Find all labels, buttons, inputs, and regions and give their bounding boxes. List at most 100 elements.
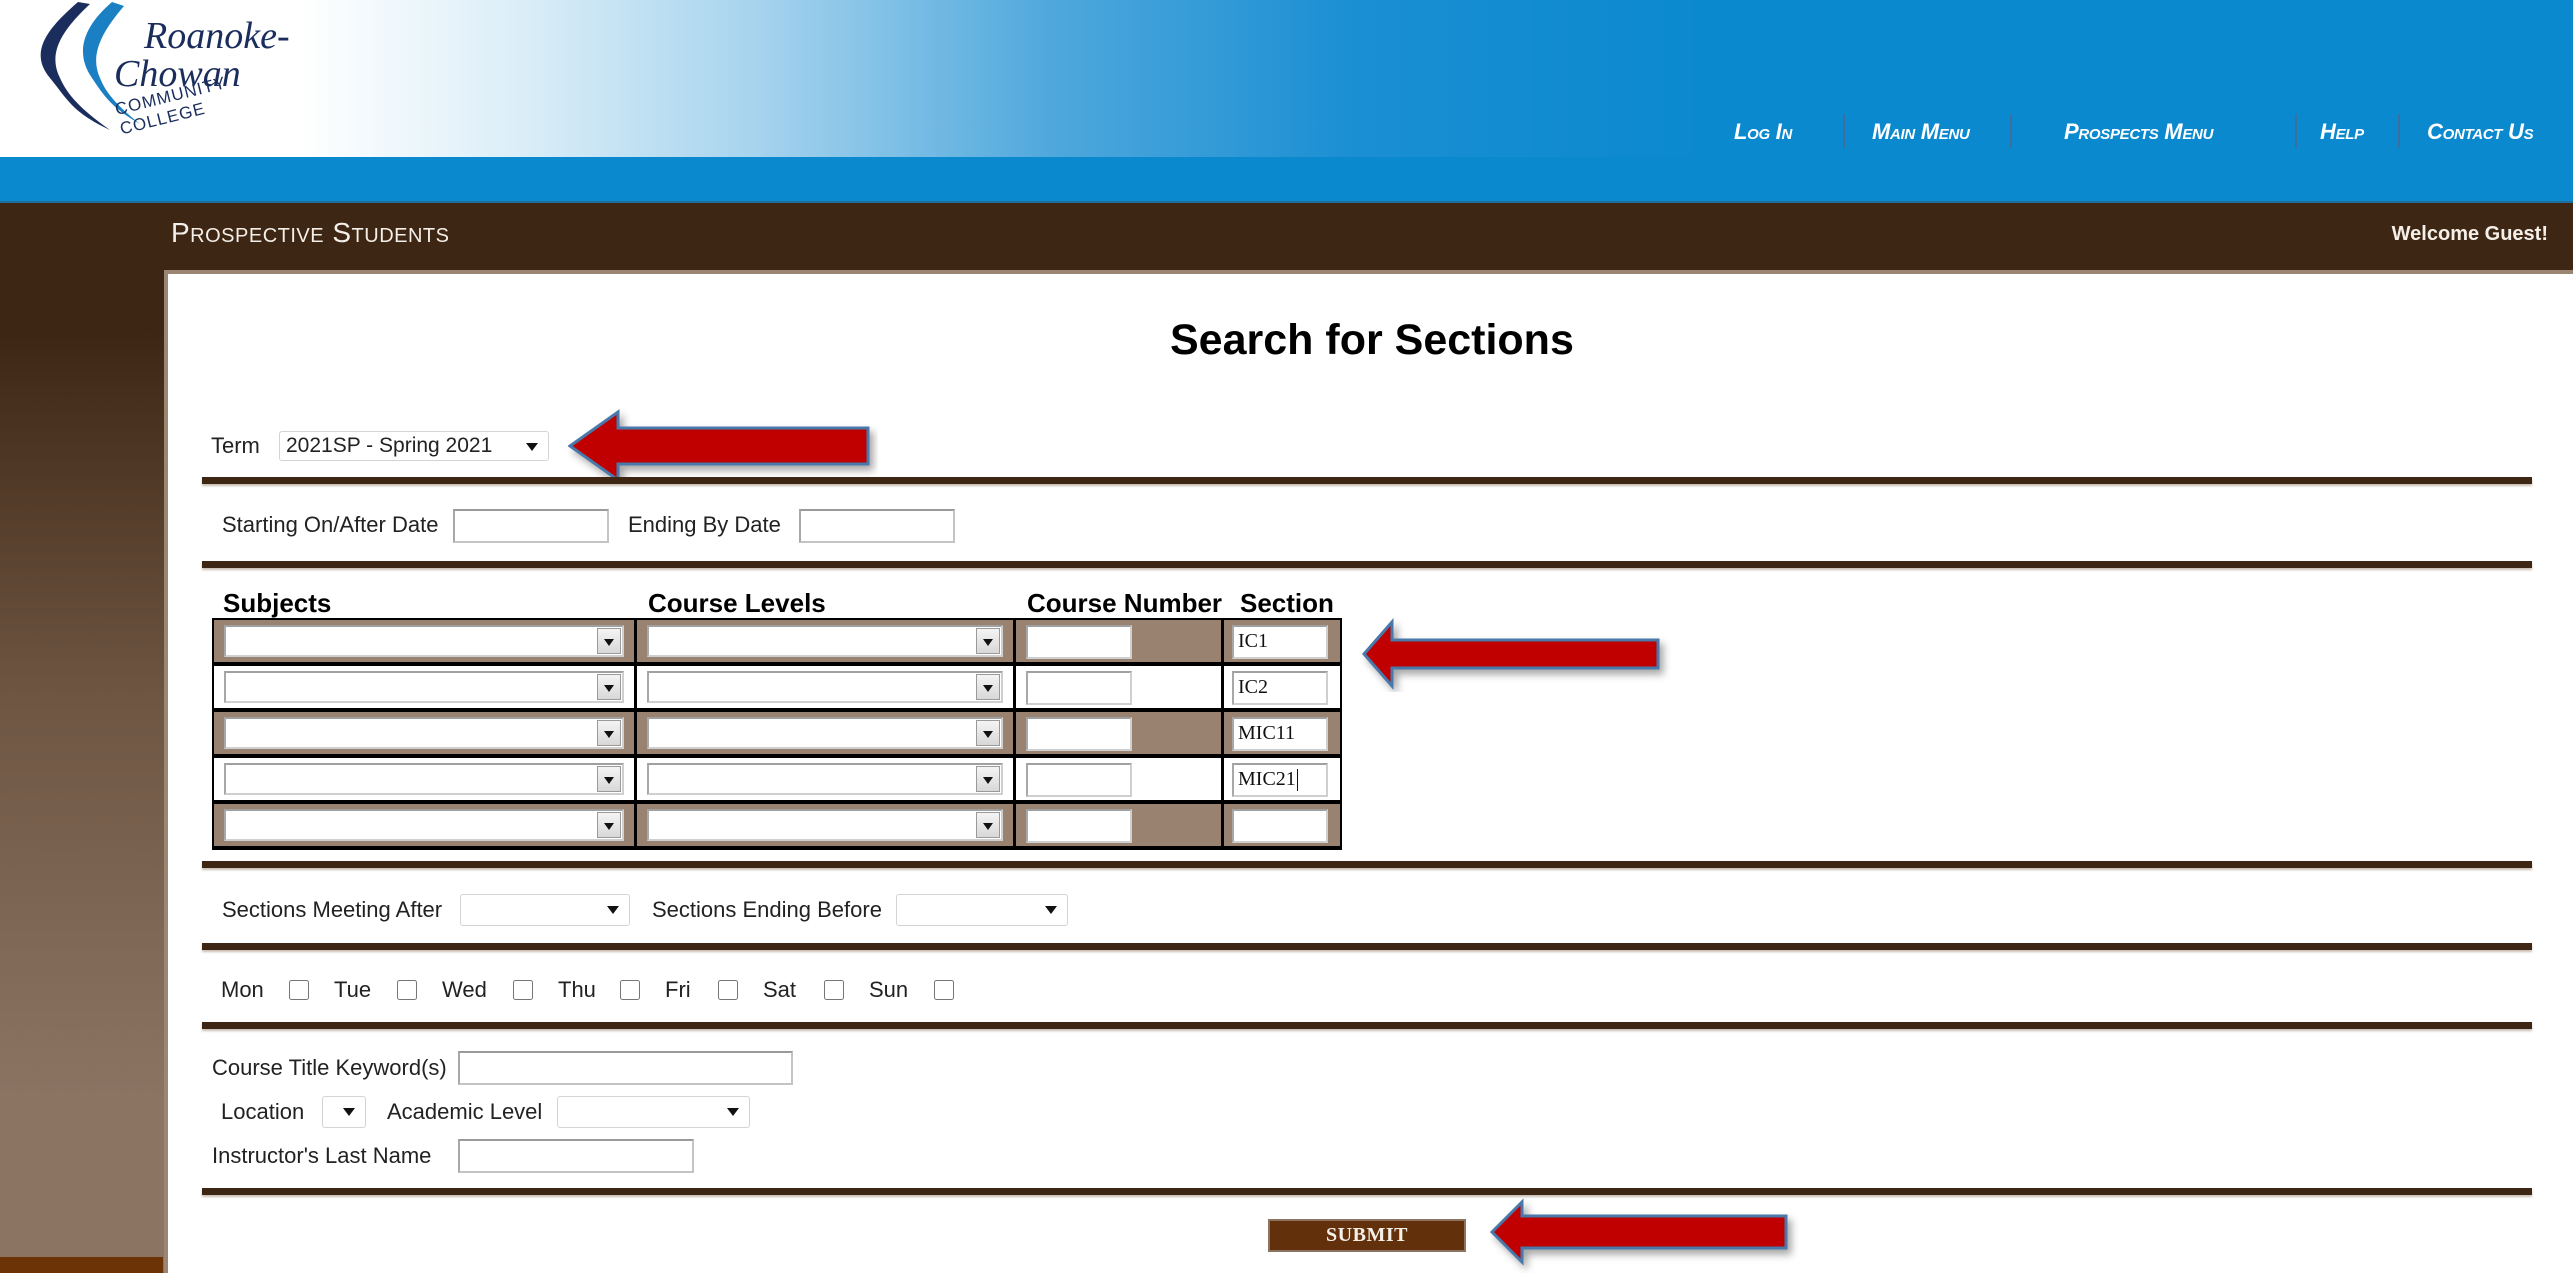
course-number-cell [1016,620,1221,662]
dropdown-arrow-icon[interactable] [597,720,621,746]
section-cell: IC1 [1224,620,1340,662]
subject-select[interactable] [224,809,624,841]
section-divider [202,861,2532,868]
nav-help[interactable]: Help [2320,112,2364,152]
course-level-cell [637,758,1013,800]
nav-separator [2010,114,2012,148]
checkbox-tue[interactable] [397,980,417,1000]
annotation-arrow-submit [1490,1198,1788,1266]
section-input[interactable] [1232,809,1328,843]
dropdown-arrow-icon[interactable] [597,628,621,654]
checkbox-thu[interactable] [620,980,640,1000]
course-level-cell [637,666,1013,708]
day-label-tue: Tue [334,977,372,1002]
dropdown-arrow-icon[interactable] [597,674,621,700]
dropdown-arrow-icon[interactable] [597,766,621,792]
text-cursor [1296,769,1298,792]
instructor-label: Instructor's Last Name [212,1143,432,1168]
instructor-input[interactable] [458,1139,694,1173]
course-number-cell [1016,758,1221,800]
section-input[interactable]: IC1 [1232,625,1328,659]
dropdown-arrow-icon[interactable] [976,628,1000,654]
keyword-input[interactable] [458,1051,793,1085]
checkbox-sat[interactable] [824,980,844,1000]
section-input-focused[interactable]: MIC21 [1232,763,1328,797]
course-level-select[interactable] [647,671,1003,703]
course-number-input[interactable] [1026,717,1132,751]
nav-contact-us[interactable]: Contact Us [2427,112,2534,152]
course-level-select[interactable] [647,763,1003,795]
day-label-sat: Sat [763,977,797,1002]
subject-cell [214,804,634,846]
subject-cell [214,620,634,662]
term-label: Term [211,433,260,458]
subject-select[interactable] [224,763,624,795]
table-row: MIC21 [212,756,1342,800]
nav-log-in[interactable]: Log In [1734,112,1792,152]
start-date-input[interactable] [453,509,609,543]
nav-main-menu[interactable]: Main Menu [1872,112,1970,152]
course-number-header: Course Number [1027,588,1223,618]
subject-cell [214,666,634,708]
location-select[interactable] [322,1096,366,1128]
section-divider [202,943,2532,950]
checkbox-mon[interactable] [289,980,309,1000]
course-number-input[interactable] [1026,763,1132,797]
course-level-cell [637,712,1013,754]
section-input[interactable]: MIC11 [1232,717,1328,751]
day-label-wed: Wed [442,977,487,1002]
dropdown-arrow-icon[interactable] [976,766,1000,792]
meeting-after-select[interactable] [460,894,630,926]
nav-separator [2295,114,2297,148]
section-cell: IC2 [1224,666,1340,708]
checkbox-wed[interactable] [513,980,533,1000]
course-number-input[interactable] [1026,809,1132,843]
course-level-cell [637,620,1013,662]
course-level-select[interactable] [647,809,1003,841]
course-criteria-table: IC1 IC2 MIC11 MIC21 [212,618,1342,850]
dropdown-arrow-icon[interactable] [597,812,621,838]
checkbox-sun[interactable] [934,980,954,1000]
chevron-down-icon [1045,906,1057,914]
annotation-arrow-term [568,409,870,483]
college-logo[interactable]: Roanoke- Chowan COMMUNITY COLLEGE [20,0,320,157]
sidebar-footer-bar [0,1257,163,1273]
day-label-mon: Mon [221,977,264,1002]
section-input[interactable]: IC2 [1232,671,1328,705]
course-level-select[interactable] [647,717,1003,749]
term-select[interactable]: 2021SP - Spring 2021 [279,431,549,461]
subject-cell [214,712,634,754]
academic-level-label: Academic Level [387,1099,543,1124]
dropdown-arrow-icon[interactable] [976,674,1000,700]
table-row: MIC11 [212,710,1342,754]
submit-button[interactable]: SUBMIT [1268,1219,1466,1252]
checkbox-fri[interactable] [718,980,738,1000]
day-label-fri: Fri [665,977,691,1002]
ending-before-select[interactable] [896,894,1068,926]
section-divider [202,477,2532,484]
section-cell: MIC11 [1224,712,1340,754]
subject-select[interactable] [224,625,624,657]
course-levels-header: Course Levels [648,588,826,618]
dropdown-arrow-icon[interactable] [976,812,1000,838]
course-level-select[interactable] [647,625,1003,657]
course-number-input[interactable] [1026,671,1132,705]
section-cell: MIC21 [1224,758,1340,800]
logo-text-line1: Roanoke- [144,15,290,57]
day-label-thu: Thu [558,977,596,1002]
chevron-down-icon [343,1108,355,1116]
end-date-label: Ending By Date [628,512,781,537]
end-date-input[interactable] [799,509,955,543]
subject-select[interactable] [224,671,624,703]
chevron-down-icon [607,906,619,914]
nav-prospects-menu[interactable]: Prospects Menu [2064,112,2213,152]
welcome-message: Welcome Guest! [2391,223,2548,245]
section-cell [1224,804,1340,846]
course-number-input[interactable] [1026,625,1132,659]
location-label: Location [221,1099,305,1124]
chevron-down-icon [727,1108,739,1116]
subject-select[interactable] [224,717,624,749]
dropdown-arrow-icon[interactable] [976,720,1000,746]
keyword-label: Course Title Keyword(s) [212,1055,447,1080]
academic-level-select[interactable] [557,1096,750,1128]
